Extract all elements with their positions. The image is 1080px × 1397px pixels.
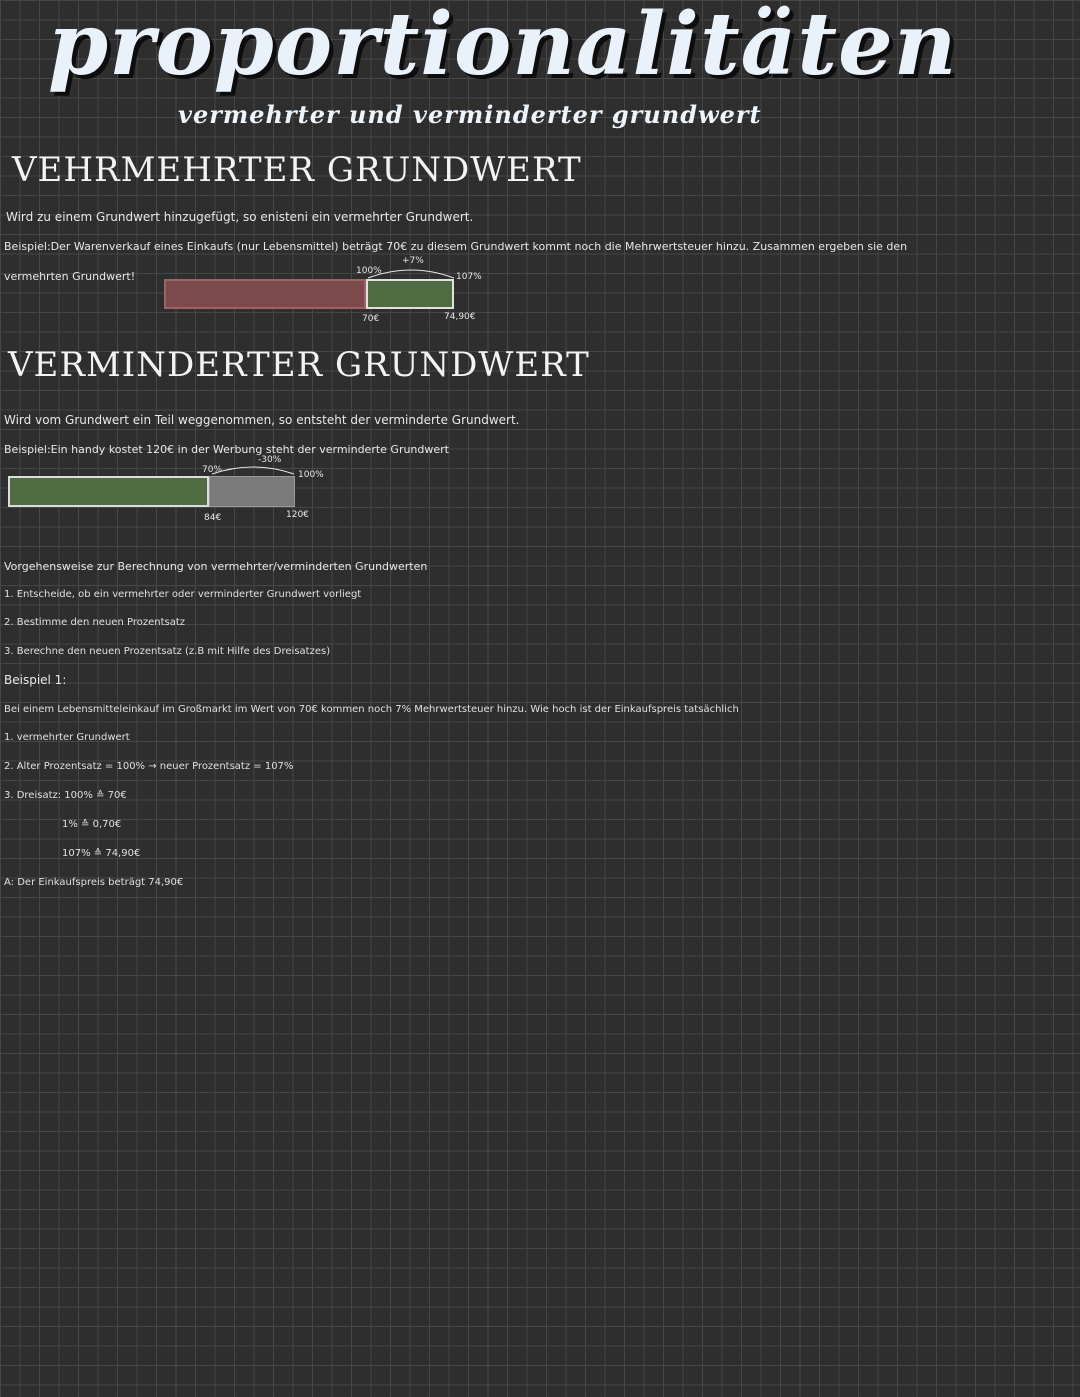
procedure-step-1: 1. Entscheide, ob ein vermehrter oder ve… xyxy=(4,589,362,600)
definition-increased: Wird zu einem Grundwert hinzugefügt, so … xyxy=(6,210,474,224)
procedure-step-2: 2. Bestimme den neuen Prozentsatz xyxy=(4,617,186,628)
label-base-value-decreased: 120€ xyxy=(286,510,309,520)
label-total-percent: 107% xyxy=(456,272,482,282)
example1-statement: Bei einem Lebensmitteleinkauf im Großmar… xyxy=(4,704,739,715)
page-title: proportionalitäten xyxy=(48,0,958,95)
example1-title: Beispiel 1: xyxy=(4,673,67,687)
bar-diagram-decreased xyxy=(8,476,295,507)
bar-segment-base xyxy=(164,279,366,309)
bar-segment-reduced xyxy=(8,476,209,507)
example1-line-2: 2. Alter Prozentsatz = 100% → neuer Proz… xyxy=(4,761,294,772)
bar-segment-added xyxy=(366,279,454,309)
arc-decrease xyxy=(211,466,295,475)
label-reduced-value: 84€ xyxy=(204,513,222,523)
definition-decreased: Wird vom Grundwert ein Teil weggenommen,… xyxy=(4,413,520,427)
section-heading-decreased: VERMINDERTER GRUNDWERT xyxy=(8,345,590,385)
label-base-value-increased: 70€ xyxy=(362,314,380,324)
example1-line-3: 3. Dreisatz: 100% ≙ 70€ xyxy=(4,790,127,801)
example-increased-line1: Beispiel:Der Warenverkauf eines Einkaufs… xyxy=(4,240,908,253)
example1-indented-line-2: 107% ≙ 74,90€ xyxy=(62,848,141,859)
label-reduced-percent: 70% xyxy=(202,465,223,475)
procedure-title: Vorgehensweise zur Berechnung von vermeh… xyxy=(4,560,428,573)
example1-indented-line-1: 1% ≙ 0,70€ xyxy=(62,819,122,830)
page-subtitle: vermehrter und verminderter grundwert xyxy=(178,100,762,129)
example1-answer: A: Der Einkaufspreis beträgt 74,90€ xyxy=(4,877,184,888)
label-added-percent: +7% xyxy=(402,256,424,266)
example-increased-line2: vermehrten Grundwert! xyxy=(4,270,136,283)
label-total-value: 74,90€ xyxy=(444,312,476,322)
label-removed-percent: -30% xyxy=(258,455,282,465)
procedure-step-3: 3. Berechne den neuen Prozentsatz (z.B m… xyxy=(4,646,331,657)
example1-line-1: 1. vermehrter Grundwert xyxy=(4,732,130,743)
section-heading-increased: VEHRMEHRTER GRUNDWERT xyxy=(12,150,582,190)
bar-diagram-increased xyxy=(164,279,454,309)
label-base-percent-decreased: 100% xyxy=(298,470,324,480)
label-base-percent-increased: 100% xyxy=(356,266,382,276)
bar-segment-removed xyxy=(209,476,295,507)
example-decreased-line1: Beispiel:Ein handy kostet 120€ in der We… xyxy=(4,443,449,456)
